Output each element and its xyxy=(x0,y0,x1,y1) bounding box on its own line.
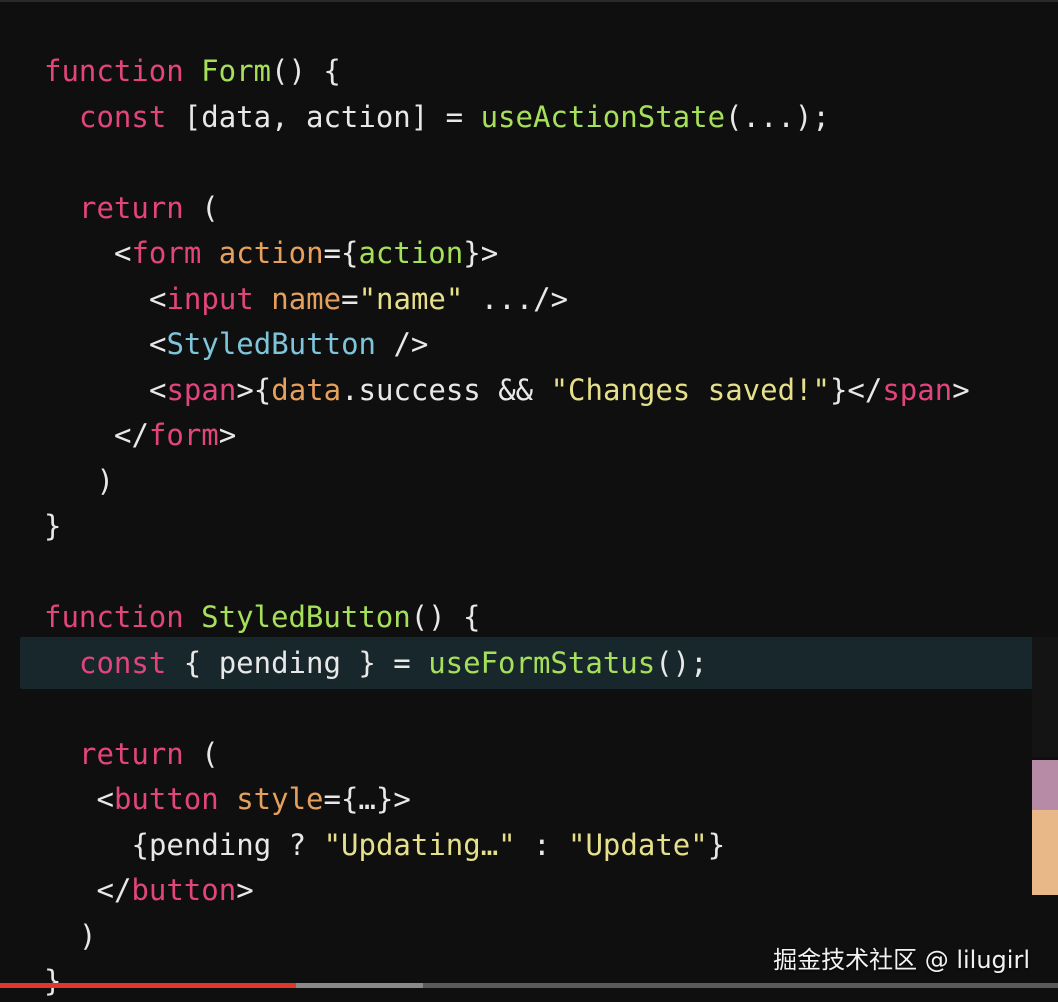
code-token: const xyxy=(79,645,167,680)
code-token: } xyxy=(707,827,726,862)
code-token: "Updating…" xyxy=(323,827,516,862)
code-line: const [data, action] = useActionState(..… xyxy=(79,94,830,140)
code-line: <StyledButton /> xyxy=(149,321,428,367)
code-token: (...); xyxy=(725,99,830,134)
code-token: : xyxy=(515,827,569,862)
code-token: action xyxy=(218,236,324,270)
code-line: <input name="name" .../> xyxy=(149,276,568,322)
code-token: < xyxy=(149,281,167,316)
code-token: > xyxy=(952,372,970,407)
code-token: () { xyxy=(271,54,341,88)
side-thumbnail-edge-lower xyxy=(1032,810,1058,895)
code-token: < xyxy=(114,236,132,270)
code-line: const { pending } = useFormStatus(); xyxy=(79,640,708,686)
code-token: useActionState xyxy=(480,99,726,134)
code-line: <button style={…}> xyxy=(97,776,411,822)
code-token: < xyxy=(96,782,114,816)
code-token: action xyxy=(358,236,464,270)
code-token: input xyxy=(166,281,254,316)
code-line: return ( xyxy=(79,185,219,231)
code-token: } xyxy=(44,964,62,998)
code-token: form xyxy=(148,418,219,452)
code-token: }> xyxy=(463,236,499,270)
code-token: button xyxy=(113,782,219,816)
code-token: { pending } = xyxy=(166,645,429,680)
top-divider xyxy=(0,0,1058,2)
video-frame[interactable]: function Form() {const [data, action] = … xyxy=(0,0,1058,1002)
code-token: function xyxy=(44,600,184,634)
code-line: return ( xyxy=(79,731,219,777)
code-token: > xyxy=(218,418,237,452)
code-token: .success && xyxy=(341,372,551,407)
code-token: "Update" xyxy=(568,827,708,862)
code-token: function xyxy=(44,54,184,88)
code-token: ={ xyxy=(323,236,359,270)
code-token: (); xyxy=(655,645,708,680)
watermark: 掘金技术社区 @ lilugirl xyxy=(773,946,1030,974)
code-token: StyledButton xyxy=(201,600,411,634)
code-token: [data, action] = xyxy=(166,99,481,134)
code-token: span xyxy=(166,372,237,407)
code-token: ={…}> xyxy=(323,782,411,816)
code-token: </ xyxy=(114,418,149,452)
code-token: >{ xyxy=(236,372,272,407)
code-token: {pending ? xyxy=(131,827,324,862)
code-token: Form xyxy=(201,54,271,88)
code-line: <form action={action}> xyxy=(114,230,498,276)
code-token: ( xyxy=(183,736,219,771)
code-token: "name" xyxy=(358,281,464,316)
code-token: /> xyxy=(375,327,429,361)
code-token: form xyxy=(131,236,202,270)
code-token: ( xyxy=(183,190,219,225)
code-token: .../> xyxy=(463,281,569,316)
code-token: < xyxy=(149,372,167,407)
code-token: () { xyxy=(410,600,481,634)
code-line: function Form() { xyxy=(44,48,341,94)
code-line: {pending ? "Updating…" : "Update"} xyxy=(132,822,726,868)
code-token: </ xyxy=(96,873,132,907)
progress-played xyxy=(0,983,297,988)
code-token: const xyxy=(79,99,167,134)
code-token: style xyxy=(236,782,324,816)
code-token: data xyxy=(271,372,342,407)
code-token: return xyxy=(79,736,184,771)
code-token: name xyxy=(271,281,342,316)
code-token: button xyxy=(131,873,237,907)
code-line: } xyxy=(44,503,61,549)
code-token: ) xyxy=(96,463,114,498)
code-line: <span>{data.success && "Changes saved!"}… xyxy=(149,367,970,413)
code-token: StyledButton xyxy=(166,327,376,361)
code-token: useFormStatus xyxy=(428,645,656,680)
code-line: </form> xyxy=(114,412,236,458)
side-panel-edge xyxy=(1032,637,1058,757)
code-token: "Changes saved!" xyxy=(550,372,830,407)
code-token: < xyxy=(149,327,167,361)
code-line: ) xyxy=(79,913,96,959)
code-token: }</ xyxy=(829,372,883,407)
code-token: > xyxy=(236,873,254,907)
code-token: span xyxy=(882,372,953,407)
code-token: ) xyxy=(79,918,97,953)
code-token: } xyxy=(44,509,62,543)
video-progress-bar[interactable] xyxy=(0,983,1058,988)
code-token: return xyxy=(79,190,184,225)
code-line: </button> xyxy=(97,867,254,913)
code-line: ) xyxy=(97,458,114,504)
code-token: = xyxy=(341,281,359,316)
code-line: function StyledButton() { xyxy=(44,594,481,640)
code-line: } xyxy=(44,958,61,1002)
